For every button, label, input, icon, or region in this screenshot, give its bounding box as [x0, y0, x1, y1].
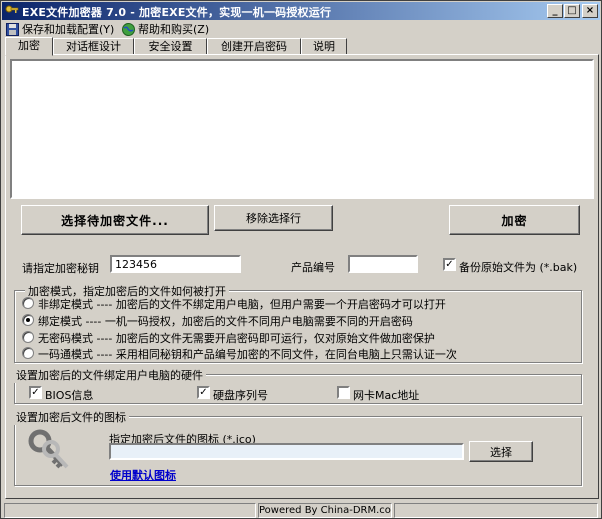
mode-label-unbound[interactable]: 非绑定模式 ---- 加密后的文件不绑定用户电脑，但用户需要一个开启密码才可以打…: [38, 296, 446, 312]
tab-dialog-design[interactable]: 对话框设计: [53, 38, 134, 55]
tab-security-settings[interactable]: 安全设置: [134, 38, 207, 55]
globe-icon: [122, 22, 135, 36]
select-file-button[interactable]: 选择待加密文件...: [21, 205, 209, 235]
keys-icon: [28, 429, 69, 469]
disk-serial-checkbox[interactable]: ✓: [197, 386, 210, 399]
mac-address-checkbox[interactable]: [337, 386, 350, 399]
icon-browse-button[interactable]: 选择: [469, 441, 533, 462]
menu-help-buy-label: 帮助和购买(Z): [138, 23, 210, 36]
status-panel-left: [4, 503, 256, 518]
status-panel-right: [394, 503, 598, 518]
backup-checkbox[interactable]: ✓: [443, 258, 456, 271]
encryption-key-label: 请指定加密秘钥: [22, 262, 99, 275]
mode-label-bound[interactable]: 绑定模式 ---- 一机一码授权，加密后的文件不同用户电脑需要不同的开启密码: [38, 313, 413, 329]
menu-save-load[interactable]: 保存和加载配置(Y): [6, 21, 114, 37]
remove-selected-button[interactable]: 移除选择行: [214, 205, 333, 231]
mode-label-one-code[interactable]: 一码通模式 ---- 采用相同秘钥和产品编号加密的不同文件，在同台电脑上只需认证…: [38, 346, 457, 362]
disk-serial-label: 硬盘序列号: [213, 389, 268, 402]
tab-encrypt[interactable]: 加密: [5, 37, 53, 56]
mode-label-no-password[interactable]: 无密码模式 ---- 加密后的文件无需要开启密码即可运行，仅对原始文件做加密保护: [38, 330, 435, 346]
mode-radio-bound[interactable]: [22, 314, 34, 326]
mode-radio-one-code[interactable]: [22, 347, 34, 359]
menu-help-buy[interactable]: 帮助和购买(Z): [122, 21, 209, 37]
use-default-icon-link[interactable]: 使用默认图标: [110, 467, 176, 483]
encrypt-button[interactable]: 加密: [449, 205, 580, 235]
hardware-group-title: 设置加密后的文件绑定用户电脑的硬件: [13, 367, 206, 383]
product-id-input[interactable]: [348, 255, 418, 273]
hardware-groupbox: 设置加密后的文件绑定用户电脑的硬件: [13, 367, 582, 404]
file-list[interactable]: [10, 59, 594, 199]
backup-label: 备份原始文件为 (*.bak): [459, 261, 578, 274]
status-bar: Powered By China-DRM.com: [2, 502, 600, 518]
minimize-button[interactable]: _: [547, 4, 563, 18]
app-key-icon: [5, 5, 19, 13]
menu-save-load-label: 保存和加载配置(Y): [22, 23, 115, 36]
tab-create-password[interactable]: 创建开启密码: [207, 38, 301, 55]
main-window: EXE文件加密器 7.0 - 加密EXE文件，实现一机一码授权运行 _ □ × …: [0, 0, 602, 519]
tab-instructions[interactable]: 说明: [301, 38, 347, 55]
status-panel-credit: Powered By China-DRM.com: [258, 503, 392, 518]
maximize-button[interactable]: □: [564, 4, 580, 18]
mode-radio-no-password[interactable]: [22, 331, 34, 343]
save-icon: [6, 22, 19, 36]
title-bar[interactable]: EXE文件加密器 7.0 - 加密EXE文件，实现一机一码授权运行 _ □ ×: [2, 2, 600, 20]
product-id-label: 产品编号: [291, 261, 335, 274]
close-button[interactable]: ×: [582, 4, 598, 18]
icon-path-input[interactable]: [109, 443, 464, 460]
mac-address-label: 网卡Mac地址: [353, 389, 420, 402]
mode-radio-unbound[interactable]: [22, 297, 34, 309]
window-title: EXE文件加密器 7.0 - 加密EXE文件，实现一机一码授权运行: [22, 6, 332, 19]
encryption-key-input[interactable]: 123456: [110, 255, 241, 273]
icon-group-title: 设置加密后文件的图标: [13, 409, 129, 425]
bios-checkbox[interactable]: ✓: [29, 386, 42, 399]
menu-bar: 保存和加载配置(Y) 帮助和购买(Z): [2, 20, 600, 38]
bios-label: BIOS信息: [45, 389, 94, 402]
